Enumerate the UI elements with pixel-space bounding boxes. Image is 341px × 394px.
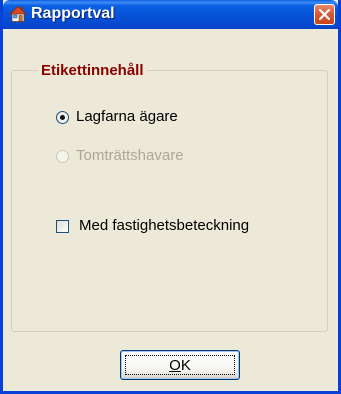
- radio-selected-dot: [60, 115, 65, 120]
- home-icon: [8, 5, 28, 23]
- title-bar[interactable]: Rapportval: [3, 0, 338, 29]
- radio-lagfarna-agare[interactable]: [56, 111, 69, 124]
- checkbox-med-fastighetsbeteckning[interactable]: [56, 220, 69, 233]
- ok-button[interactable]: OK: [120, 350, 240, 380]
- close-button[interactable]: [314, 4, 335, 25]
- group-title: Etikettinnehåll: [38, 63, 147, 79]
- ok-button-label: OK: [169, 357, 191, 374]
- window-title: Rapportval: [31, 5, 115, 22]
- dialog-window: Rapportval Etikettinnehåll Lagfarna ägar…: [0, 0, 341, 394]
- radio-label-tomtrattshavare: Tomträttshavare: [76, 147, 184, 164]
- radio-tomtrattshavare: [56, 150, 69, 163]
- checkbox-label-med-fastighetsbeteckning[interactable]: Med fastighetsbeteckning: [79, 217, 249, 234]
- radio-label-lagfarna-agare[interactable]: Lagfarna ägare: [76, 108, 178, 125]
